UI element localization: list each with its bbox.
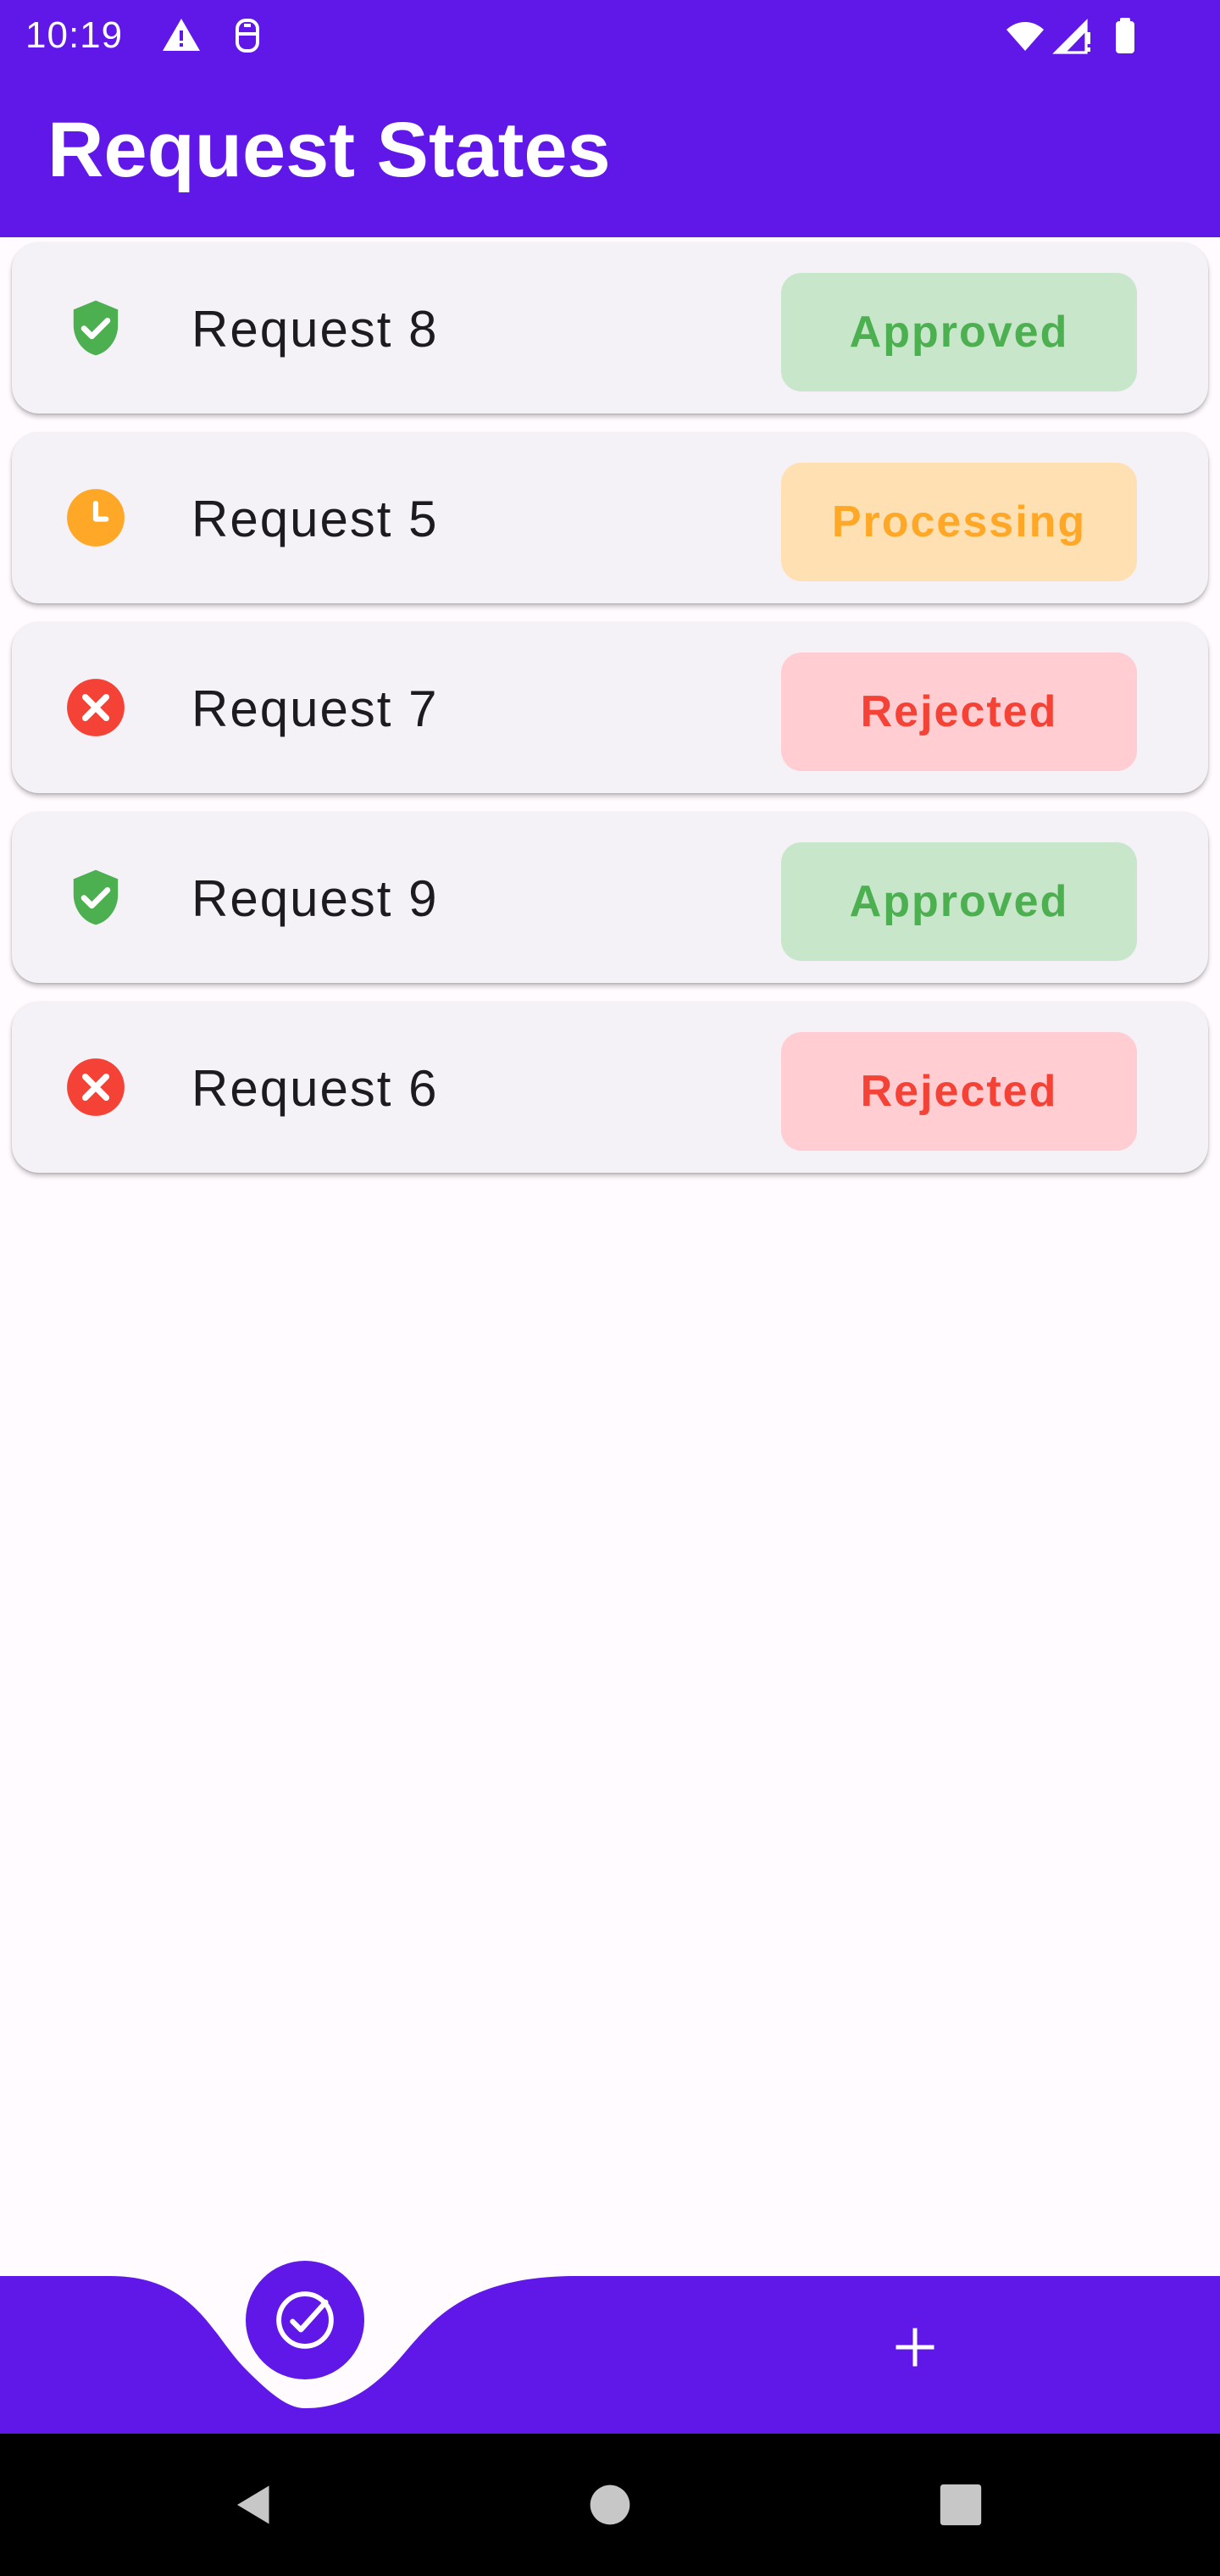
list-item[interactable]: Request 9 Approved <box>12 812 1208 983</box>
battery-icon <box>1116 18 1134 53</box>
check-circle-icon <box>276 2291 334 2349</box>
page-title: Request States <box>47 107 611 193</box>
wifi-icon <box>1006 22 1044 51</box>
status-badge: Rejected <box>781 1032 1137 1151</box>
request-title: Request 5 <box>191 491 439 547</box>
list-item[interactable]: Request 7 Rejected <box>12 622 1208 793</box>
requests-nav-button[interactable] <box>246 2261 364 2379</box>
cancel-circle-icon <box>67 679 125 736</box>
recents-button[interactable] <box>927 2471 995 2539</box>
shield-check-icon <box>73 869 119 925</box>
back-button[interactable] <box>220 2471 288 2539</box>
back-icon <box>237 2485 269 2524</box>
plus-icon <box>896 2328 934 2367</box>
status-badge: Processing <box>781 463 1137 581</box>
status-badge: Approved <box>781 842 1137 961</box>
list-item[interactable]: Request 8 Approved <box>12 242 1208 414</box>
cancel-circle-icon <box>67 1058 125 1116</box>
sim-card-icon <box>236 19 259 53</box>
request-title: Request 7 <box>191 680 439 737</box>
home-icon <box>590 2484 630 2525</box>
clock-icon <box>67 489 125 547</box>
status-badge: Approved <box>781 273 1137 391</box>
recents-icon <box>940 2484 982 2526</box>
status-time: 10:19 <box>25 14 124 56</box>
cellular-signal-icon <box>1052 19 1090 54</box>
home-button[interactable] <box>576 2471 644 2539</box>
bottom-navigation-bar <box>0 2276 1220 2434</box>
request-title: Request 8 <box>191 301 439 358</box>
status-badge: Rejected <box>781 652 1137 771</box>
system-navigation-bar <box>0 2434 1220 2576</box>
add-request-button[interactable] <box>881 2313 949 2381</box>
request-title: Request 9 <box>191 870 439 927</box>
list-item[interactable]: Request 6 Rejected <box>12 1002 1208 1173</box>
list-item[interactable]: Request 5 Processing <box>12 432 1208 603</box>
warning-icon <box>163 19 200 51</box>
app-bar: 10:19 Request States <box>0 0 1220 237</box>
shield-check-icon <box>73 300 119 356</box>
request-title: Request 6 <box>191 1060 439 1117</box>
status-bar: 10:19 <box>0 0 1220 71</box>
